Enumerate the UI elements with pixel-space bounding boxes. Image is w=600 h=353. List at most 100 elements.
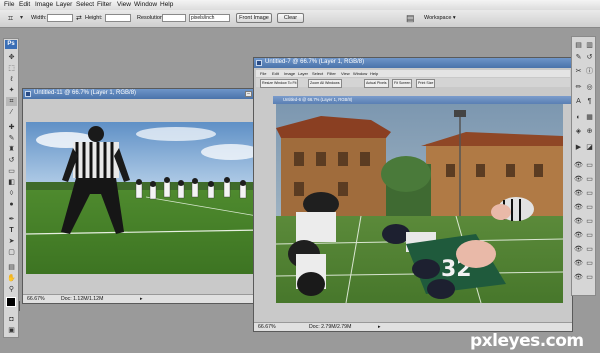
layer-visibility-icon[interactable]: 👁 (574, 161, 583, 170)
workspace-icon[interactable]: ▤ (406, 13, 415, 24)
clone-stamp-tool-icon[interactable]: ♜ (6, 145, 17, 154)
tools-panel: Ps ✥ ⬚ ℓ ✦ ⌗ ⁄ ✚ ✎ ♜ ↺ ▭ ◧ ◊ ● ✒ T ➤ ▢ ▤… (3, 38, 20, 338)
foreground-color-swatch[interactable] (6, 297, 16, 307)
brush-tool-icon[interactable]: ✎ (6, 134, 17, 143)
layer-visibility-icon[interactable]: 👁 (574, 231, 583, 240)
document-window-untitled-11[interactable]: Untitled-11 @ 66.7% (Layer 1, RGB/8) – □… (22, 88, 273, 304)
photoshop-logo: Ps (5, 40, 17, 49)
swap-icon[interactable]: ⇄ (76, 14, 82, 22)
inner-window-title: Untitled-6 @ 66.7% (Layer 1, RGB/8) (283, 97, 353, 102)
window-titlebar[interactable]: Untitled-7 @ 66.7% (Layer 1, RGB/8) (254, 58, 572, 68)
history-brush-tool-icon[interactable]: ↺ (6, 156, 17, 165)
pen-tool-icon[interactable]: ✒ (6, 215, 17, 224)
minimize-button[interactable]: – (245, 91, 252, 97)
menu-filter[interactable]: Filter (97, 1, 111, 8)
path-selection-tool-icon[interactable]: ➤ (6, 237, 17, 246)
menu-select[interactable]: Select (76, 1, 94, 8)
height-field[interactable] (105, 14, 131, 22)
eraser-tool-icon[interactable]: ▭ (6, 167, 17, 176)
character-panel-icon[interactable]: A (574, 97, 583, 106)
tool-presets-icon[interactable]: ✂ (574, 67, 583, 76)
layer-thumbnail-icon[interactable]: ▭ (585, 161, 594, 170)
eyedropper-tool-icon[interactable]: ⁄ (6, 108, 17, 117)
layer-thumbnail-icon[interactable]: ▭ (585, 231, 594, 240)
quick-mask-icon[interactable]: ◘ (6, 315, 17, 324)
gradient-tool-icon[interactable]: ◧ (6, 178, 17, 187)
notes-tool-icon[interactable]: ▤ (6, 263, 17, 272)
screen-mode-icon[interactable]: ▣ (6, 326, 17, 335)
layer-comps-icon[interactable]: ◪ (585, 143, 594, 152)
status-arrow-icon[interactable]: ▸ (140, 295, 143, 303)
rectangle-tool-icon[interactable]: ▢ (6, 248, 17, 257)
history-panel-icon[interactable]: ↺ (585, 53, 594, 62)
status-bar: 66.67% Doc: 1.12M/1.12M ▸ (23, 294, 272, 303)
actions-panel-icon[interactable]: ▶ (574, 143, 583, 152)
layer-visibility-icon[interactable]: 👁 (574, 259, 583, 268)
paths-panel-icon[interactable]: ✎ (574, 53, 583, 62)
menu-image[interactable]: Image (35, 1, 53, 8)
color-panel-icon[interactable]: ◐ (574, 113, 583, 122)
hand-tool-icon[interactable]: ✋ (6, 274, 17, 283)
resolution-field[interactable] (162, 14, 186, 22)
document-window-untitled-7[interactable]: Untitled-7 @ 66.7% (Layer 1, RGB/8) File… (253, 57, 573, 332)
magic-wand-tool-icon[interactable]: ✦ (6, 86, 17, 95)
front-image-button[interactable]: Front Image (236, 13, 272, 23)
layer-visibility-icon[interactable]: 👁 (574, 217, 583, 226)
menu-file[interactable]: File (4, 1, 14, 8)
layers-panel-icon[interactable]: ▤ (574, 41, 583, 50)
crop-tool-icon[interactable]: ⌗ (6, 97, 17, 106)
lasso-tool-icon[interactable]: ℓ (6, 75, 17, 84)
width-field[interactable] (47, 14, 73, 22)
menu-layer[interactable]: Layer (56, 1, 72, 8)
options-bar: ⌗ ▾ Width: ⇄ Height: Resolution: pixels/… (0, 10, 600, 28)
paragraph-panel-icon[interactable]: ¶ (585, 97, 594, 106)
layer-thumbnail-icon[interactable]: ▭ (585, 273, 594, 282)
layer-visibility-icon[interactable]: 👁 (574, 175, 583, 184)
crop-tool-icon[interactable]: ⌗ (8, 13, 13, 24)
styles-panel-icon[interactable]: ◈ (574, 127, 583, 136)
menu-view[interactable]: View (117, 1, 131, 8)
layer-thumbnail-icon[interactable]: ▭ (585, 259, 594, 268)
marquee-tool-icon[interactable]: ⬚ (6, 64, 17, 73)
layer-thumbnail-icon[interactable]: ▭ (585, 175, 594, 184)
units-select[interactable]: pixels/inch (189, 14, 230, 22)
menu-edit[interactable]: Edit (19, 1, 30, 8)
clear-button[interactable]: Clear (277, 13, 304, 23)
zoom-tool-icon[interactable]: ⚲ (6, 285, 17, 294)
channels-panel-icon[interactable]: ▥ (585, 41, 594, 50)
status-arrow-icon[interactable]: ▸ (378, 323, 381, 331)
photo-canvas-football[interactable]: 32 (276, 104, 563, 303)
layer-thumbnail-icon[interactable]: ▭ (585, 203, 594, 212)
healing-brush-tool-icon[interactable]: ✚ (6, 123, 17, 132)
info-panel-icon[interactable]: ⓘ (585, 67, 594, 76)
layer-visibility-icon[interactable]: 👁 (574, 273, 583, 282)
navigator-panel-icon[interactable]: ⊕ (585, 127, 594, 136)
zoom-level[interactable]: 66.67% (27, 295, 45, 303)
layer-thumbnail-icon[interactable]: ▭ (585, 245, 594, 254)
layer-thumbnail-icon[interactable]: ▭ (585, 189, 594, 198)
brushes-panel-icon[interactable]: ✏ (574, 83, 583, 92)
inner-menu-bar: File Edit Image Layer Select Filter View… (256, 70, 570, 77)
layer-thumbnail-icon[interactable]: ▭ (585, 217, 594, 226)
chevron-down-icon[interactable]: ▾ (20, 14, 23, 21)
inner-menu-image: Image (284, 71, 296, 76)
window-titlebar[interactable]: Untitled-11 @ 66.7% (Layer 1, RGB/8) – □… (23, 89, 272, 99)
workspace-menu[interactable]: Workspace ▾ (424, 15, 456, 21)
layer-visibility-icon[interactable]: 👁 (574, 245, 583, 254)
layer-visibility-icon[interactable]: 👁 (574, 203, 583, 212)
doc-size-info: Doc: 2.79M/2.79M (309, 324, 352, 330)
type-tool-icon[interactable]: T (6, 226, 17, 235)
move-tool-icon[interactable]: ✥ (6, 53, 17, 62)
swatches-panel-icon[interactable]: ▦ (585, 113, 594, 122)
layer-visibility-icon[interactable]: 👁 (574, 189, 583, 198)
menu-help[interactable]: Help (160, 1, 173, 8)
inner-menu-file: File (260, 71, 267, 76)
clone-source-icon[interactable]: ◎ (585, 83, 594, 92)
inner-resize-window-option: Resize Window To Fit (260, 79, 299, 88)
dodge-tool-icon[interactable]: ● (6, 200, 17, 209)
watermark: pxleyes.com (470, 331, 584, 351)
photo-canvas-referee[interactable] (26, 122, 263, 274)
menu-window[interactable]: Window (134, 1, 157, 8)
zoom-level[interactable]: 66.67% (258, 323, 276, 331)
blur-tool-icon[interactable]: ◊ (6, 189, 17, 198)
